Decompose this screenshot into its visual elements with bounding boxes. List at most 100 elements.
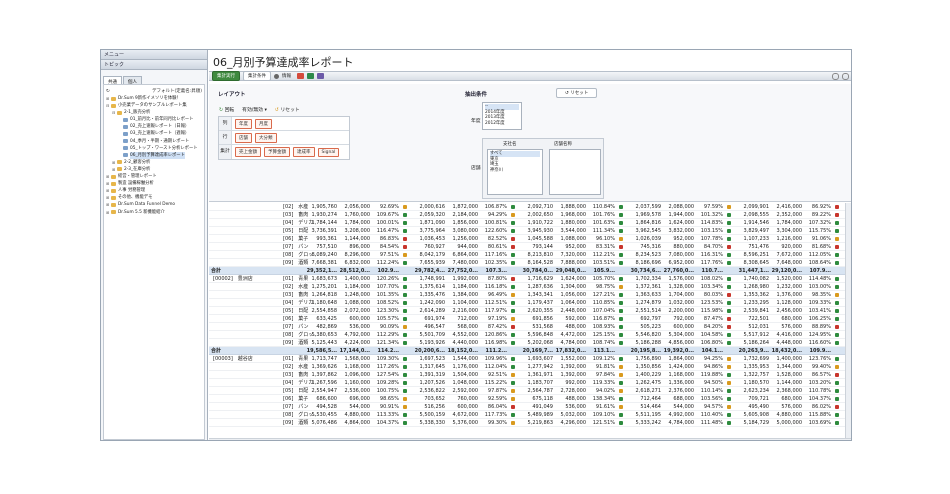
refresh-icon[interactable]: ↻ xyxy=(106,89,110,94)
rate-cell: 91.61% xyxy=(595,404,615,410)
tree-item[interactable]: 03_売上速報レポート（週報） xyxy=(106,130,202,137)
layout-row: 列年度 月度 xyxy=(219,117,349,131)
rate-cell: 119.88% xyxy=(700,372,723,378)
signal-icon xyxy=(403,221,407,225)
store-cell: 合計 xyxy=(211,348,222,354)
csv-export-icon[interactable] xyxy=(317,73,324,79)
layout-grid: 列年度 月度行店舗 大分類 集計 売上金額 予算金額 達成率 Signal xyxy=(218,116,350,160)
filter-reset-button[interactable]: ↺ リセット xyxy=(556,88,598,98)
rate-cell: 114.83% xyxy=(700,220,723,226)
rate-cell: 82.52% xyxy=(487,236,507,242)
info-icon[interactable] xyxy=(274,73,279,79)
tree-item[interactable]: ⊞ その他、機能デモ xyxy=(106,194,202,201)
tab-conditions[interactable]: 集計条件 xyxy=(243,71,271,81)
condition-panel: レイアウト ↻ 回転 有効/無効 ▾ ↺ リセット 列年度 月度行店舗 大分類 集計売… xyxy=(209,84,851,202)
year-listbox[interactable]: -- 2014年度 2013年度 2012年度 xyxy=(482,102,522,130)
tree-item[interactable]: 04_季月・半期・通期レポート xyxy=(106,138,202,145)
branch-option[interactable]: 神奈川 xyxy=(490,168,540,174)
rate-cell: 113.1... xyxy=(593,348,615,354)
layout-chip[interactable]: 店舗 xyxy=(235,132,252,143)
settings-icon[interactable] xyxy=(832,73,839,80)
rate-cell: 110.78% xyxy=(808,388,831,394)
vertical-scrollbar[interactable] xyxy=(845,203,851,438)
tree-item[interactable]: ⊞ 2-3_在庫分析 xyxy=(106,166,202,173)
layout-chip[interactable]: 予算金額 xyxy=(264,147,290,157)
tree-item[interactable]: ⊞ Dr.Sum Data Funnel Demo xyxy=(106,201,202,208)
rate-cell: 116.31% xyxy=(700,252,723,258)
tree-item[interactable]: 06_月別予算達成率レポート xyxy=(106,151,202,159)
signal-icon xyxy=(835,253,839,257)
rate-cell: 99.40% xyxy=(811,364,831,370)
rate-cell: 104.37% xyxy=(376,420,399,426)
sales-cell: 1,391,319 xyxy=(419,372,445,378)
sales-cell: 2,618,271 xyxy=(635,388,661,394)
tree-item[interactable]: ⊞ 製造 設備稼働分析 xyxy=(106,180,202,187)
horizontal-scrollbar[interactable] xyxy=(209,438,851,440)
rate-cell: 112.04% xyxy=(484,364,507,370)
tree-item[interactable]: ⊞ Dr.Sum 5.5 新機能紹介 xyxy=(106,209,202,216)
tree-sort-label[interactable]: デフォルト(定義名:昇順) xyxy=(152,88,202,94)
sales-cell: 2,623,234 xyxy=(743,388,769,394)
menu-bar[interactable]: メニュー xyxy=(101,50,207,60)
layout-chip[interactable]: 達成率 xyxy=(293,147,315,157)
tree-item[interactable]: ⊞ Dr.Sum 9新作イメソリを体験！ xyxy=(106,95,202,102)
year-option[interactable]: 2012年度 xyxy=(485,121,519,127)
sales-cell: 1,207,526 xyxy=(419,380,445,386)
topic-bar[interactable]: トピック xyxy=(101,60,207,70)
tree-item[interactable]: ⊟ 小売業データのサンプルレポート集 xyxy=(106,102,202,109)
layout-chip[interactable]: 大分類 xyxy=(255,132,277,143)
sales-cell: 1,361,971 xyxy=(527,372,553,378)
signal-icon xyxy=(403,365,407,369)
sales-cell: 531,568 xyxy=(532,324,553,330)
sales-cell: 1,179,437 xyxy=(527,300,553,306)
layout-chip[interactable]: Signal xyxy=(317,147,340,157)
layout-chip[interactable]: 年度 xyxy=(235,118,252,129)
store-listbox[interactable] xyxy=(549,149,601,195)
layout-reset-button[interactable]: ↺ リセット xyxy=(275,106,300,113)
tree-item[interactable]: ⊟ 2-1_販売分析 xyxy=(106,109,202,116)
rate-cell: 108.52% xyxy=(376,300,399,306)
signal-icon xyxy=(835,301,839,305)
folder-icon xyxy=(117,110,122,115)
signal-icon xyxy=(835,357,839,361)
signal-icon xyxy=(619,205,623,209)
branch-listbox[interactable]: すべて 東京 埼玉 神奈川 xyxy=(487,149,543,195)
signal-icon xyxy=(835,341,839,345)
tree-item[interactable]: 05_トップ・ワースト分析レポート xyxy=(106,145,202,152)
sales-cell: 2,620,355 xyxy=(527,308,553,314)
signal-icon xyxy=(727,413,731,417)
rotate-button[interactable]: ↻ 回転 xyxy=(219,106,234,113)
signal-icon xyxy=(403,373,407,377)
run-button[interactable]: 集計実行 xyxy=(212,71,240,81)
sales-cell: 2,098,555 xyxy=(743,212,769,218)
excel-export-icon[interactable] xyxy=(307,73,314,79)
signal-icon xyxy=(511,205,515,209)
table-row: [06] 菓子 686,600 696,000 98.65% 703,652 760,00… xyxy=(209,395,845,403)
sales-cell: 8,186,696 xyxy=(635,260,661,266)
sales-cell: 1,026,039 xyxy=(635,236,661,242)
sales-cell: 29,782,4... xyxy=(414,268,445,274)
search-icon[interactable] xyxy=(842,73,849,80)
signal-icon xyxy=(511,245,515,249)
pdf-export-icon[interactable] xyxy=(297,73,304,79)
tree-item-label: 05_トップ・ワースト分析レポート xyxy=(130,145,198,151)
signal-icon xyxy=(511,277,515,281)
report-icon xyxy=(123,124,128,129)
signal-icon xyxy=(835,261,839,265)
tree-item[interactable]: ⊞ 2-2_顧客分析 xyxy=(106,159,202,166)
rate-cell: 96.10% xyxy=(595,236,615,242)
tree-item[interactable]: 01_前月比・前年同月比レポート xyxy=(106,116,202,123)
sales-cell: 1,369,626 xyxy=(311,364,337,370)
tab-info[interactable]: 情報 xyxy=(282,73,291,79)
signal-icon xyxy=(619,381,623,385)
layout-chip[interactable]: 売上金額 xyxy=(235,147,261,157)
sales-cell: 2,614,289 xyxy=(419,308,445,314)
tree-item[interactable]: ⊞ 人事 労務管理 xyxy=(106,187,202,194)
tree-item[interactable]: 02_売上速報レポート（日報） xyxy=(106,123,202,130)
sales-cell: 20,195,8... xyxy=(630,348,661,354)
tree-item[interactable]: ⊞ 経営・管理レポート xyxy=(106,173,202,180)
toggle-enable-button[interactable]: 有効/無効 ▾ xyxy=(242,106,267,113)
sales-cell: 745,316 xyxy=(640,244,661,250)
layout-chip[interactable]: 月度 xyxy=(255,118,272,129)
tree-item-label: Dr.Sum Data Funnel Demo xyxy=(118,202,176,208)
